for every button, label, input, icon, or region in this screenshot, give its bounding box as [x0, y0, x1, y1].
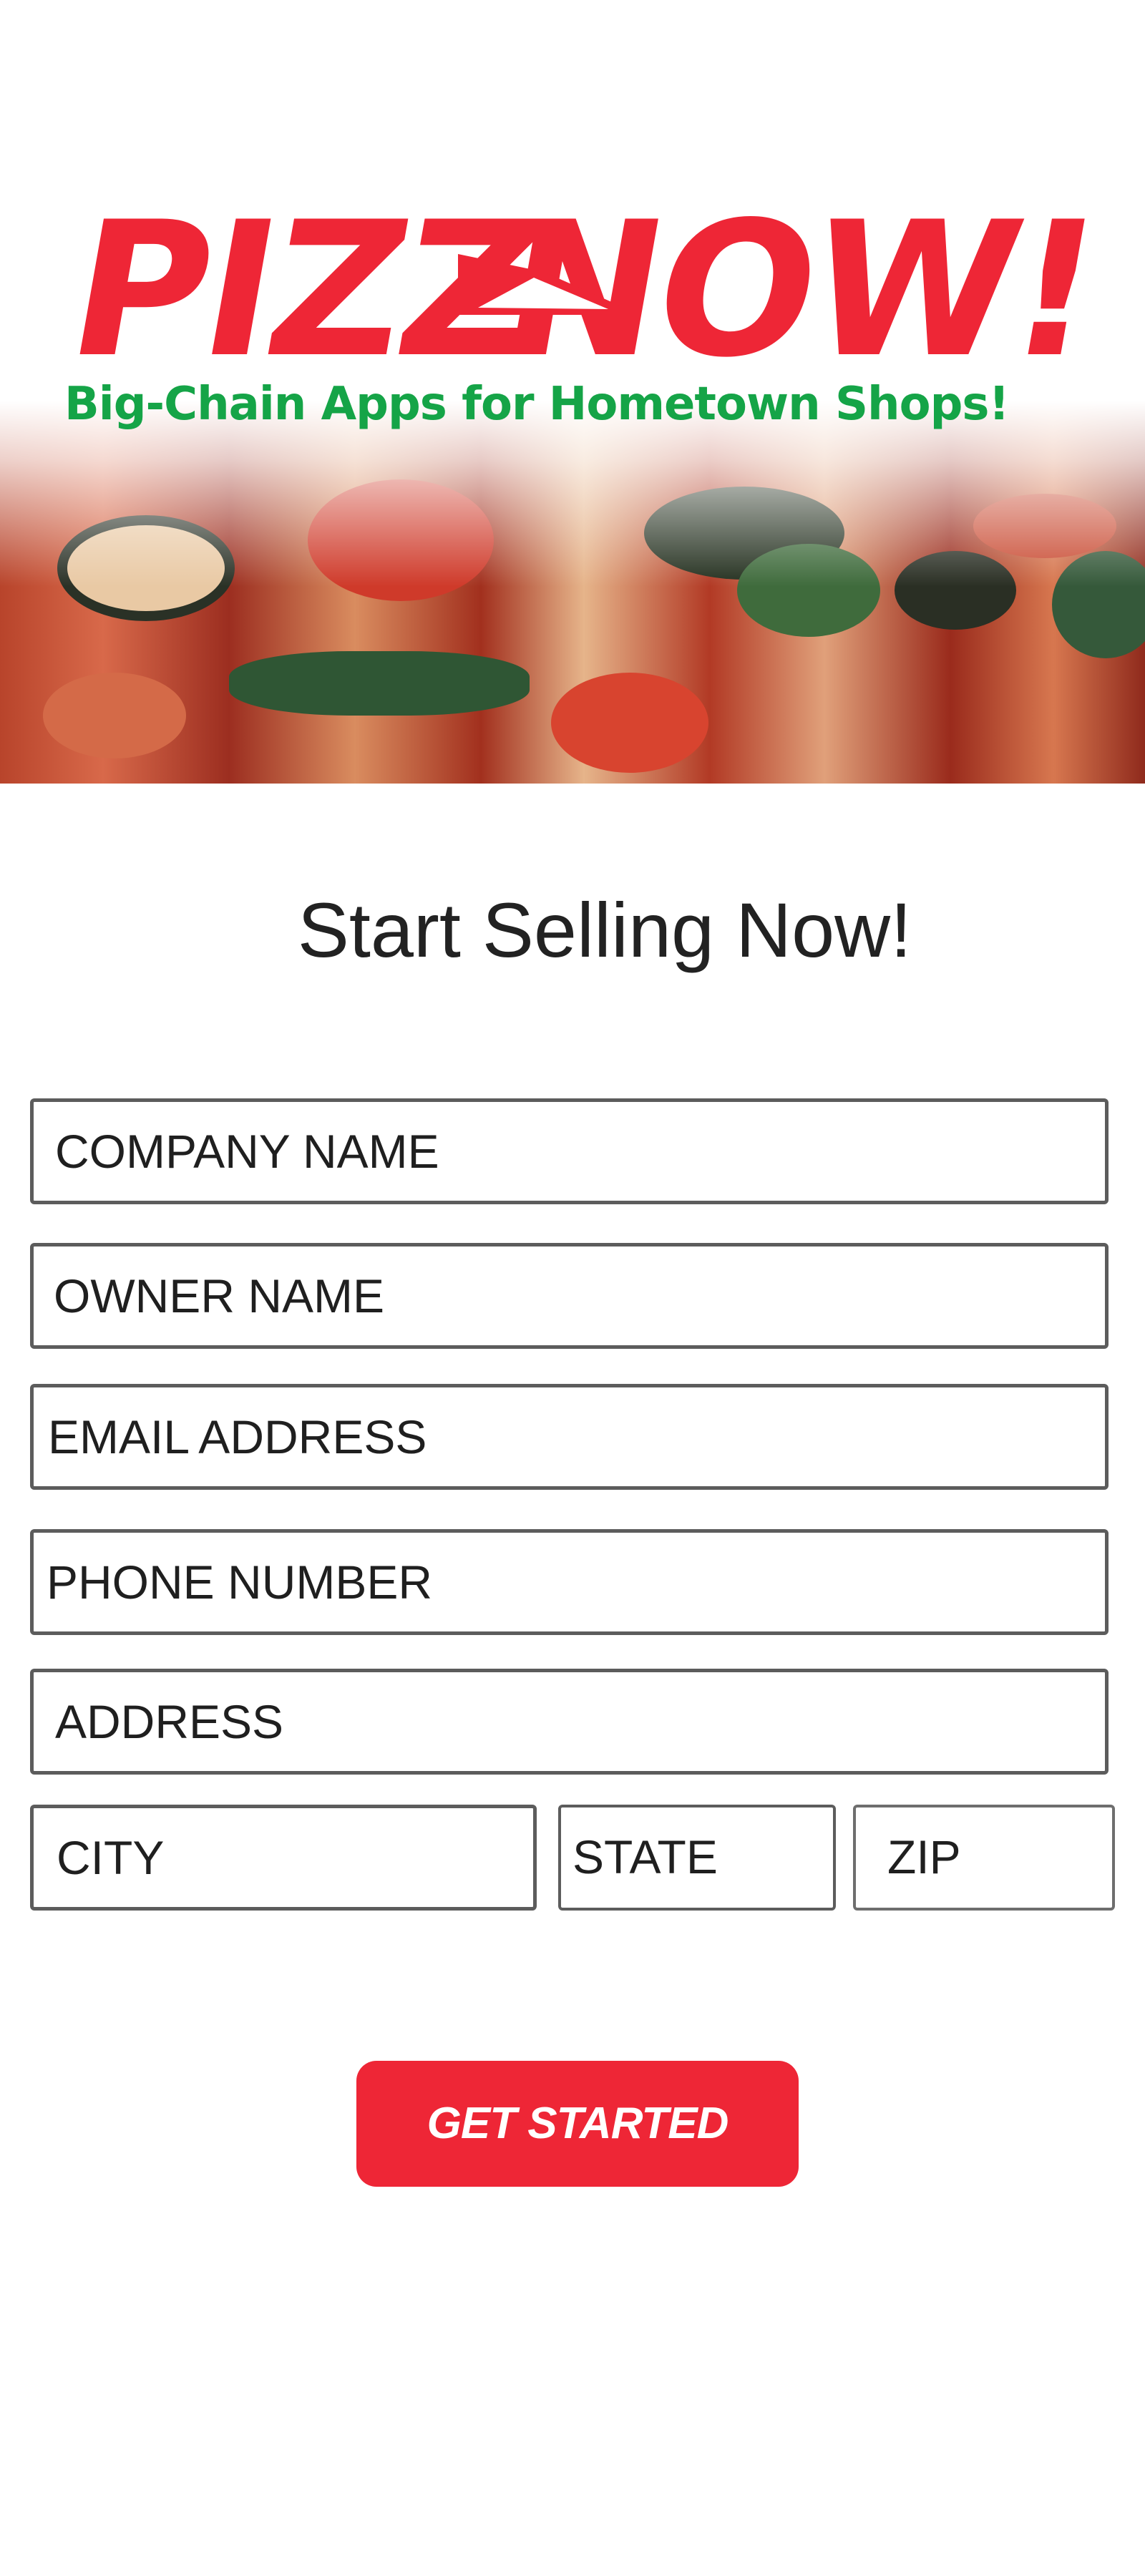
basil-leaf [229, 651, 530, 716]
tomato-slice [551, 673, 708, 773]
phone-input[interactable]: PHONE NUMBER [30, 1529, 1109, 1635]
form-title: Start Selling Now! [297, 887, 912, 973]
owner-name-placeholder: OWNER NAME [54, 1269, 384, 1322]
email-input[interactable]: EMAIL ADDRESS [30, 1384, 1109, 1490]
email-placeholder: EMAIL ADDRESS [48, 1410, 427, 1463]
address-placeholder: ADDRESS [55, 1695, 284, 1748]
pizzanow-logo: PIZZ NOW! [55, 182, 1113, 372]
phone-placeholder: PHONE NUMBER [47, 1556, 433, 1609]
tomato-slice [43, 673, 186, 758]
tagline: Big-Chain Apps for Hometown Shops! [64, 378, 1010, 431]
company-name-input[interactable]: COMPANY NAME [30, 1098, 1109, 1204]
company-name-placeholder: COMPANY NAME [55, 1125, 439, 1178]
owner-name-input[interactable]: OWNER NAME [30, 1243, 1109, 1349]
state-input[interactable]: STATE [558, 1805, 836, 1911]
svg-text:NOW!: NOW! [488, 182, 1113, 372]
city-placeholder: CITY [57, 1831, 165, 1884]
zip-placeholder: ZIP [887, 1830, 961, 1883]
city-input[interactable]: CITY [30, 1805, 537, 1911]
address-input[interactable]: ADDRESS [30, 1669, 1109, 1775]
hero-banner: PIZZ NOW! Big-Chain Apps for Hometown Sh… [0, 0, 1145, 784]
state-placeholder: STATE [572, 1830, 718, 1883]
get-started-button[interactable]: GET STARTED [356, 2061, 799, 2187]
zip-input[interactable]: ZIP [853, 1805, 1115, 1911]
